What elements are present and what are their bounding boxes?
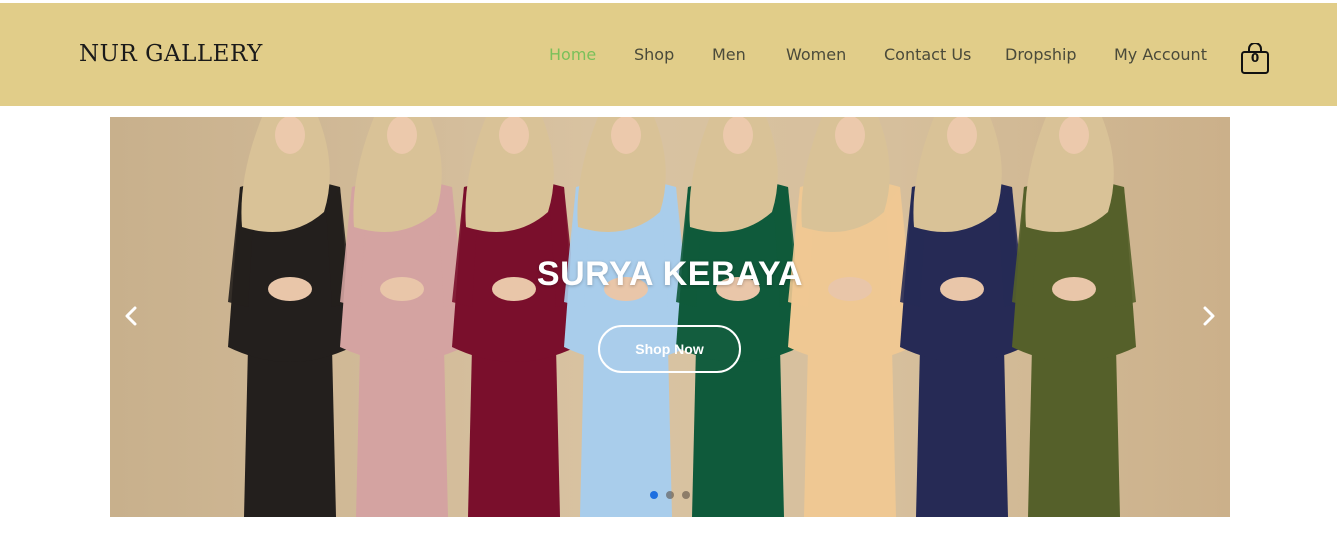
- nav-my-account[interactable]: My Account: [1114, 45, 1207, 64]
- nav-home[interactable]: Home: [549, 45, 596, 64]
- slide-title: SURYA KEBAYA: [536, 255, 804, 293]
- model-skirt: [1028, 347, 1120, 517]
- shop-now-button[interactable]: Shop Now: [598, 325, 741, 373]
- model-figure: [564, 117, 688, 517]
- model-figure: [788, 117, 912, 517]
- chevron-left-icon: [125, 306, 137, 326]
- model-figure: [452, 117, 576, 517]
- slider-prev-button[interactable]: [116, 301, 146, 331]
- model-skirt: [804, 347, 896, 517]
- slider-dot-2[interactable]: [666, 491, 674, 499]
- nav-women[interactable]: Women: [786, 45, 846, 64]
- model-face: [499, 117, 529, 154]
- model-face: [723, 117, 753, 154]
- hero-image: [228, 117, 1136, 517]
- hero-slider: SURYA KEBAYA Shop Now: [110, 117, 1230, 517]
- site-header: NUR GALLERY Home Shop Men Women Contact …: [0, 3, 1337, 106]
- slider-dots: [646, 491, 694, 501]
- nav-dropship[interactable]: Dropship: [1005, 45, 1077, 64]
- nav-men[interactable]: Men: [712, 45, 746, 64]
- model-face: [275, 117, 305, 154]
- cart-count: 0: [1250, 51, 1260, 65]
- model-figure: [340, 117, 464, 517]
- model-figure: [900, 117, 1024, 517]
- nav-contact-us[interactable]: Contact Us: [884, 45, 971, 64]
- model-figure: [676, 117, 800, 517]
- slider-next-button[interactable]: [1194, 301, 1224, 331]
- model-skirt: [916, 347, 1008, 517]
- model-face: [611, 117, 641, 154]
- main-nav: Home Shop Men Women Contact Us Dropship …: [0, 45, 1337, 69]
- model-face: [1059, 117, 1089, 154]
- model-face: [947, 117, 977, 154]
- chevron-right-icon: [1203, 306, 1215, 326]
- nav-shop[interactable]: Shop: [634, 45, 674, 64]
- model-figure: [1012, 117, 1136, 517]
- model-skirt: [468, 347, 560, 517]
- slider-dot-1[interactable]: [650, 491, 658, 499]
- model-face: [387, 117, 417, 154]
- cart-button[interactable]: 0: [1240, 42, 1270, 75]
- model-face: [835, 117, 865, 154]
- model-skirt: [244, 347, 336, 517]
- model-skirt: [356, 347, 448, 517]
- model-figure: [228, 117, 352, 517]
- slider-dot-3[interactable]: [682, 491, 690, 499]
